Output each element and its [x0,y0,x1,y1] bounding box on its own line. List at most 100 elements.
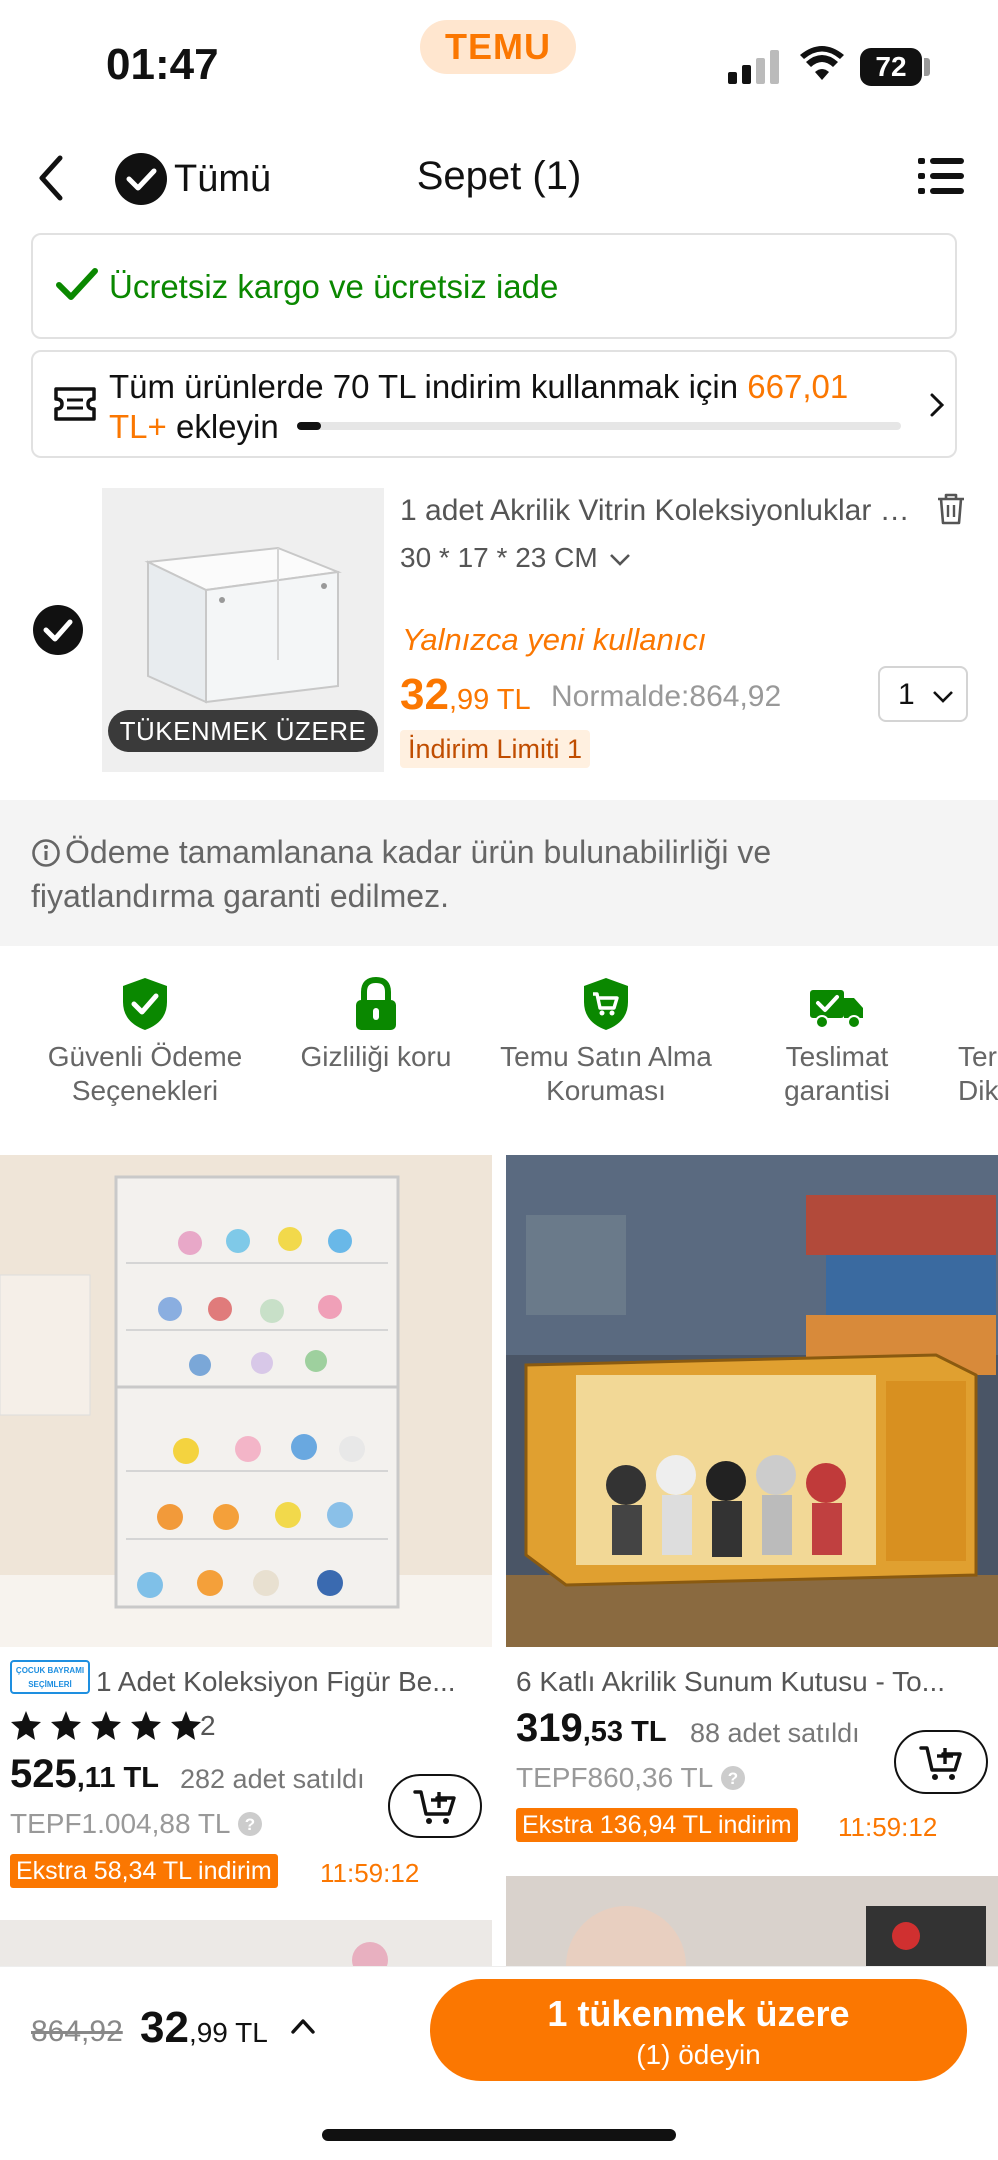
product-image[interactable] [0,1155,492,1647]
sold-count: 88 adet satıldı [690,1718,860,1748]
info-icon [32,839,60,867]
product-price-dec: ,53 TL [582,1716,667,1748]
product-image[interactable] [0,1920,492,1966]
product-price-dec: ,11 TL [76,1762,159,1794]
temu-logo: TEMU [420,20,576,74]
home-indicator [322,2129,676,2141]
promo-progress-bar [297,422,901,430]
wifi-icon [800,46,844,82]
item-normal-price: Normalde:864,92 [551,680,782,713]
truck-check-icon [810,990,863,1029]
checkout-label: 1 tükenmek üzere [547,1993,850,2034]
item-title[interactable]: 1 adet Akrilik Vitrin Koleksiyonluklar İ… [400,494,910,528]
item-price-dec: ,99 TL [448,684,531,716]
add-to-cart-button[interactable] [894,1730,988,1794]
campaign-badge: ÇOCUK BAYRAMI SEÇİMLERİ [10,1660,90,1694]
lock-icon [356,976,396,1030]
cart-total-dec: ,99 TL [188,2017,268,2048]
product-price: 525,11 TL [10,1752,159,1797]
countdown-timer: 11:59:12 [320,1858,420,1888]
notice-body: Ödeme tamamlanana kadar ürün bulunabilir… [31,834,772,914]
chevron-down-icon [933,691,953,703]
trust-badges: Güvenli Ödeme Seçenekleri Gizliliği koru… [0,946,998,1130]
product-title[interactable]: 6 Katlı Akrilik Sunum Kutusu - To... [516,1666,986,1698]
cart-total[interactable]: 32,99 TL [140,2003,268,2053]
coupon-icon [53,386,97,422]
trust-badge-label: Gizliliği koru [300,1041,452,1072]
item-variant-label: 30 * 17 * 23 CM [400,542,598,573]
trust-badge-label: garantisi [784,1075,890,1106]
review-count: 2 [200,1710,216,1741]
status-time: 01:47 [106,40,219,89]
promo-amount: 667,01 [747,368,849,405]
quantity-value: 1 [898,678,915,711]
item-variant-selector[interactable]: 30 * 17 * 23 CM [400,542,631,574]
extra-discount-badge: Ekstra 58,34 TL indirim [10,1854,278,1888]
free-shipping-banner: Ücretsiz kargo ve ücretsiz iade [31,233,957,339]
add-to-cart-button[interactable] [388,1774,482,1838]
product-image[interactable] [506,1155,998,1647]
trust-badge-label: Seçenekleri [71,1075,219,1106]
rating-stars [10,1710,206,1742]
battery-cap [924,58,930,76]
svg-text:?: ? [245,1815,255,1834]
trust-badge-partial[interactable]: Ter Dik [958,976,998,1108]
quantity-select[interactable]: 1 [878,666,968,722]
new-user-label: Yalnızca yeni kullanıcı [402,622,707,657]
product-image[interactable] [506,1876,998,1966]
badge-icon [958,976,998,1040]
product-price-int: 319 [516,1706,583,1750]
item-price-int: 32 [400,670,449,719]
stock-warning-tag: TÜKENMEK ÜZERE [108,710,378,752]
trash-icon[interactable] [936,492,966,526]
reference-price-value: TEPF860,36 TL [516,1762,713,1793]
promo-text: Tüm ürünlerde 70 TL indirim kullanmak iç… [109,368,848,406]
trust-badge-label: Güvenli Ödeme [47,1041,243,1072]
countdown-timer: 11:59:12 [838,1812,938,1842]
trust-badge-purchase-protection[interactable]: Temu Satın Alma Koruması [486,976,726,1108]
extra-discount-badge: Ekstra 136,94 TL indirim [516,1808,798,1842]
page-title: Sepet (1) [416,154,582,198]
trust-badge-label: Dik [958,1075,998,1106]
cart-header: Tümü Sepet (1) [0,140,998,220]
reference-price: TEPF860,36 TL ? [516,1762,746,1794]
free-shipping-text: Ücretsiz kargo ve ücretsiz iade [109,268,559,305]
checkout-bar: 864,92 32,99 TL 1 tükenmek üzere (1) öde… [0,1966,998,2160]
signal-icon [728,50,780,84]
trust-badge-delivery[interactable]: Teslimat garantisi [752,976,922,1108]
trust-badge-privacy[interactable]: Gizliliği koru [286,976,466,1074]
sold-count: 282 adet satıldı [180,1764,365,1794]
cart-item: TÜKENMEK ÜZERE 1 adet Akrilik Vitrin Kol… [0,470,998,790]
trust-badge-label: Koruması [546,1075,666,1106]
promo-progress-fill [297,422,322,430]
product-price: 319,53 TL [516,1706,667,1751]
item-price: 32,99 TL [400,670,531,720]
notice-text: Ödeme tamamlanana kadar ürün bulunabilir… [31,830,931,918]
trust-badge-label: Temu Satın Alma [500,1041,712,1072]
help-icon: ? [720,1766,745,1790]
promo-text-before: Tüm ürünlerde 70 TL indirim kullanmak iç… [109,368,739,405]
checkmark-icon [55,265,99,305]
product-title[interactable]: 1 Adet Koleksiyon Figür Be... [96,1666,476,1698]
chevron-down-icon [610,553,631,566]
chevron-up-icon[interactable] [290,2017,316,2035]
discount-progress-banner[interactable]: Tüm ürünlerde 70 TL indirim kullanmak iç… [31,350,957,458]
cart-total-int: 32 [140,2003,189,2052]
trust-badge-label: Ter [958,1041,997,1072]
checkout-sublabel: (1) ödeyin [636,2039,761,2070]
item-checkbox[interactable] [32,604,84,656]
trust-badge-payment[interactable]: Güvenli Ödeme Seçenekleri [30,976,260,1108]
cart-plus-icon [919,1746,962,1780]
promo-text-line2: TL+ ekleyin [109,408,279,446]
chevron-right-icon [929,392,945,418]
shield-cart-icon [584,978,628,1030]
recommended-products: ÇOCUK BAYRAMI SEÇİMLERİ 1 Adet Koleksiyo… [0,1150,998,1966]
list-menu-icon[interactable] [918,156,964,196]
product-price-int: 525 [10,1752,77,1796]
availability-notice: Ödeme tamamlanana kadar ürün bulunabilir… [0,800,998,946]
status-bar: 01:47 TEMU 72 [0,0,998,120]
checkout-button[interactable]: 1 tükenmek üzere (1) ödeyin [430,1979,967,2081]
reference-price-value: TEPF1.004,88 TL [10,1808,230,1839]
cart-plus-icon [413,1790,456,1824]
trust-badge-label: Teslimat [785,1041,889,1072]
